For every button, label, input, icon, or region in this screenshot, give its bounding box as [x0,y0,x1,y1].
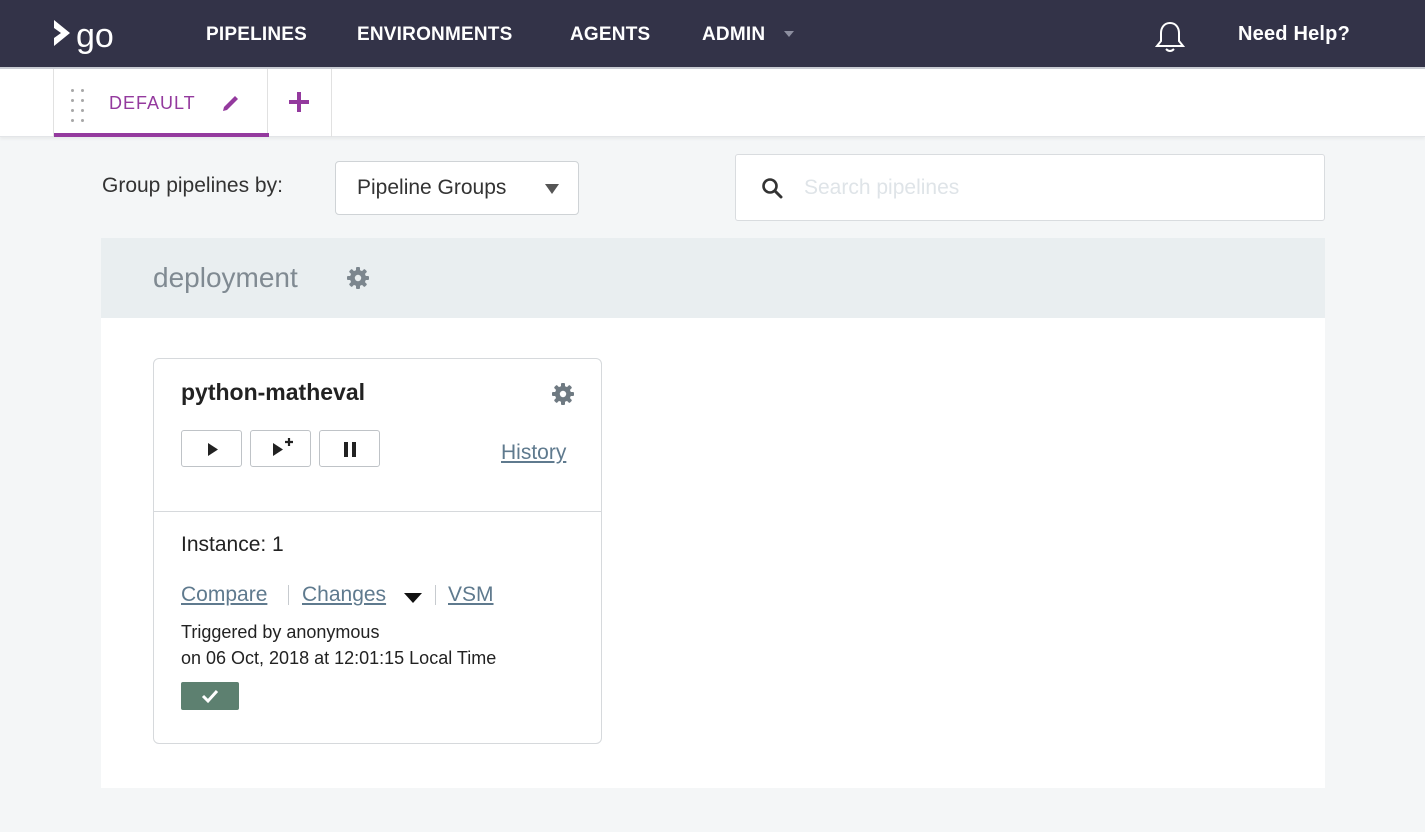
triggered-by-text: Triggered by anonymous [181,622,380,642]
nav-admin[interactable]: ADMIN [702,0,765,69]
search-icon [762,178,783,199]
checkmark-icon [201,689,219,704]
changes-link[interactable]: Changes [302,583,386,607]
triggered-on-text: on 06 Oct, 2018 at 12:01:15 Local Time [181,648,497,668]
pipeline-group-header: deployment [101,238,1325,318]
trigger-button[interactable] [181,430,242,467]
tab-default[interactable]: DEFAULT [53,69,269,137]
play-with-options-icon [273,438,293,456]
dropdown-caret-icon [545,184,559,194]
gear-icon[interactable] [346,266,370,290]
svg-text:go: go [76,17,114,54]
trigger-with-options-button[interactable] [250,430,311,467]
group-by-label: Group pipelines by: [102,174,283,197]
card-divider [154,511,601,512]
group-by-value: Pipeline Groups [357,176,507,199]
active-tab-indicator [54,133,269,137]
group-by-select[interactable]: Pipeline Groups [335,161,579,215]
link-separator [435,585,436,605]
need-help-link[interactable]: Need Help? [1238,0,1350,69]
nav-agents[interactable]: AGENTS [570,0,650,69]
pipeline-name[interactable]: python-matheval [181,379,365,406]
vsm-link[interactable]: VSM [448,583,494,607]
drag-handle-icon[interactable] [71,89,85,122]
pipeline-group: deployment python-matheval History Insta… [101,238,1325,788]
nav-environments[interactable]: ENVIRONMENTS [357,0,512,69]
pipeline-card: python-matheval History Instance: 1 Comp… [153,358,602,744]
go-logo[interactable]: go [50,16,130,54]
dashboard-tab-bar: DEFAULT [0,69,1425,137]
bell-icon[interactable] [1154,20,1186,54]
pencil-icon[interactable] [220,92,242,114]
history-link[interactable]: History [501,441,566,465]
search-box [735,154,1325,221]
link-separator [288,585,289,605]
pipeline-settings-gear-icon[interactable] [551,382,575,406]
pause-button[interactable] [319,430,380,467]
tab-default-label: DEFAULT [109,93,196,113]
compare-link[interactable]: Compare [181,583,267,607]
search-pipelines-input[interactable] [804,167,1304,209]
top-navbar: go PIPELINES ENVIRONMENTS AGENTS ADMIN N… [0,0,1425,69]
nav-pipelines[interactable]: PIPELINES [206,0,307,69]
play-icon [208,443,218,456]
pause-icon [344,442,356,457]
instance-label: Instance: 1 [181,533,284,556]
chevron-down-icon[interactable] [784,31,794,37]
pipeline-group-name: deployment [153,262,298,293]
changes-dropdown-icon[interactable] [404,593,422,603]
add-tab-button[interactable] [268,69,332,137]
stage-status-passed[interactable] [181,682,239,710]
